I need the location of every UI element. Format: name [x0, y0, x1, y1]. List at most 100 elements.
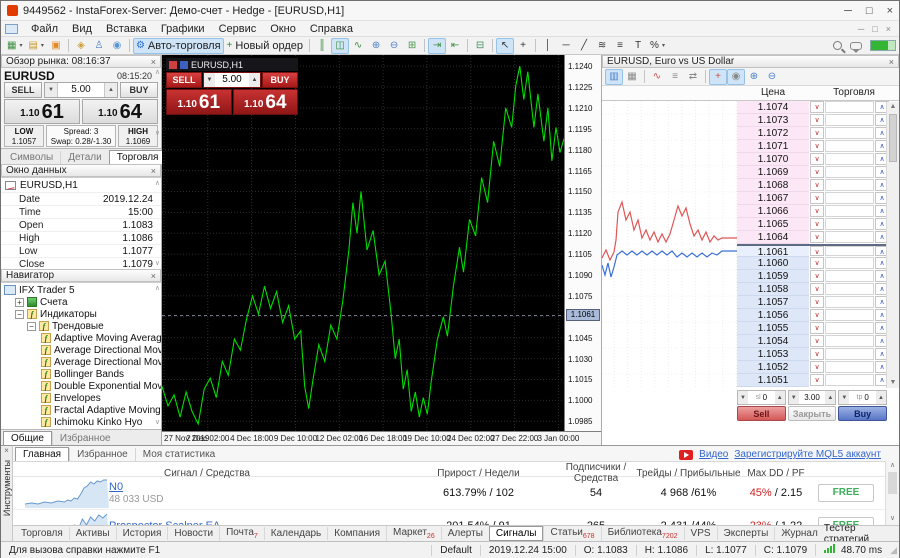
dom-volume-cell[interactable] — [825, 166, 874, 178]
column-header[interactable]: Трейды / Прибыльные — [636, 468, 741, 479]
new-order-button[interactable]: +Новый ордер — [224, 38, 307, 54]
dom-sell-tick-icon[interactable]: ∨ — [810, 322, 824, 334]
dom-sell-tick-icon[interactable]: ∨ — [810, 374, 824, 386]
navigator-indicator-item[interactable]: fDouble Exponential Movi — [1, 380, 161, 392]
new-chart-icon[interactable]: ▦▾ — [4, 38, 25, 54]
dom-price-cell[interactable]: 1.1071 — [737, 140, 809, 153]
dom-volume-cell[interactable] — [825, 348, 874, 360]
dom-sell-tick-icon[interactable]: ∨ — [810, 205, 824, 217]
dom-tick-chart-icon[interactable]: ∿ — [648, 69, 666, 85]
navigator-node-indicators[interactable]: − f Индикаторы — [1, 308, 161, 320]
menu-item[interactable]: Сервис — [212, 23, 264, 35]
dom-volume-cell[interactable] — [825, 246, 874, 256]
market-watch-tab-1[interactable]: Символы — [3, 151, 60, 164]
trendline-icon[interactable]: ╱ — [575, 38, 593, 54]
child-restore-button[interactable]: □ — [872, 24, 877, 34]
dom-sell-tick-icon[interactable]: ∨ — [810, 283, 824, 295]
chart-time-axis[interactable]: 27 Nov 20192 Dec 02:004 Dec 18:009 Dec 1… — [162, 431, 601, 445]
toolbox-tab-item[interactable]: Библиотека7202 — [601, 526, 684, 541]
dom-price-cell[interactable]: 1.1054 — [737, 335, 809, 348]
dom-price-cell[interactable]: 1.1052 — [737, 361, 809, 374]
signals-scrollbar[interactable]: ∧ ∨ — [885, 461, 899, 525]
signal-name-link[interactable]: N0 — [109, 481, 123, 493]
register-mql5-link[interactable]: Зарегистрируйте MQL5 аккаунт — [734, 449, 881, 460]
navigator-tab-1[interactable]: Общие — [3, 431, 52, 445]
navigator-indicator-item[interactable]: fBollinger Bands — [1, 368, 161, 380]
tile-windows-icon[interactable]: ⊞ — [403, 38, 421, 54]
dom-volume-cell[interactable] — [825, 127, 874, 139]
sell-button[interactable]: Sell — [737, 406, 786, 421]
dom-ask-row[interactable]: 1.1074∨∧ — [737, 101, 886, 114]
dom-price-cell[interactable]: 1.1055 — [737, 322, 809, 335]
dom-volume-cell[interactable] — [825, 374, 874, 386]
horizontal-line-icon[interactable]: ─ — [557, 38, 575, 54]
dom-bid-row[interactable]: 1.1057∨∧ — [737, 296, 886, 309]
dom-bid-row[interactable]: 1.1055∨∧ — [737, 322, 886, 335]
dom-depth-view-icon[interactable]: ▥ — [605, 69, 623, 85]
profiles-icon[interactable]: ▤▾ — [25, 38, 46, 54]
fibonacci-icon[interactable]: ≋ — [593, 38, 611, 54]
mql5-community-icon[interactable]: ▣ — [47, 38, 65, 54]
ask-price[interactable]: 1.10 64 — [82, 99, 158, 124]
buy-button[interactable]: BUY — [262, 72, 298, 88]
column-header[interactable]: Max DD / PF — [741, 468, 811, 479]
dom-sell-tick-icon[interactable]: ∨ — [810, 348, 824, 360]
navigator-node-accounts[interactable]: + Счета — [1, 296, 161, 308]
toolbox-tab-item[interactable]: Маркет26 — [386, 526, 441, 541]
dom-volume-cell[interactable] — [825, 257, 874, 269]
channels-icon[interactable]: ≡ — [611, 38, 629, 54]
expand-icon[interactable]: + — [15, 298, 24, 307]
menu-item[interactable]: Справка — [303, 23, 360, 35]
dom-bid-row[interactable]: 1.1052∨∧ — [737, 361, 886, 374]
navigator-indicator-item[interactable]: fAverage Directional Mov — [1, 344, 161, 356]
text-icon[interactable]: T — [629, 38, 647, 54]
dom-volume-cell[interactable] — [825, 296, 874, 308]
dom-ask-row[interactable]: 1.1064∨∧ — [737, 231, 886, 244]
dom-volume-cell[interactable] — [825, 309, 874, 321]
dom-price-cell[interactable]: 1.1072 — [737, 127, 809, 140]
dom-sell-tick-icon[interactable]: ∨ — [810, 296, 824, 308]
video-link[interactable]: Видео — [699, 449, 728, 460]
scroll-up-icon[interactable]: ∧ — [155, 69, 160, 76]
dom-ask-row[interactable]: 1.1066∨∧ — [737, 205, 886, 218]
volume-up-icon[interactable]: ▲ — [249, 73, 260, 87]
toolbox-tab-item[interactable]: Статьи678 — [543, 526, 600, 541]
lot-down-icon[interactable]: ▼ — [789, 391, 799, 404]
take-profit-stepper[interactable]: ▼ tp0 ▲ — [838, 390, 887, 405]
dom-volume-cell[interactable] — [825, 153, 874, 165]
cursor-icon[interactable]: ↖ — [496, 38, 514, 54]
dom-grouping-icon[interactable]: ◉ — [727, 69, 745, 85]
dom-close-icon[interactable]: × — [889, 57, 894, 67]
dom-bid-row[interactable]: 1.1056∨∧ — [737, 309, 886, 322]
stop-loss-stepper[interactable]: ▼ sl0 ▲ — [737, 390, 786, 405]
dropdown-arrow-icon[interactable]: ▾ — [662, 42, 665, 49]
dom-volume-cell[interactable] — [825, 283, 874, 295]
navigator-indicator-item[interactable]: fAverage Directional Mov — [1, 356, 161, 368]
tp-up-icon[interactable]: ▲ — [876, 391, 886, 404]
scroll-thumb[interactable] — [889, 114, 897, 162]
data-window-close-icon[interactable]: × — [151, 166, 156, 176]
dom-sell-tick-icon[interactable]: ∨ — [810, 114, 824, 126]
zoom-in-icon[interactable]: ⊕ — [367, 38, 385, 54]
toolbox-tab-item[interactable]: Алерты — [441, 527, 489, 540]
dom-sell-tick-icon[interactable]: ∨ — [810, 257, 824, 269]
toolbox-tab-item[interactable]: Торговля — [15, 527, 69, 540]
vertical-line-icon[interactable]: │ — [539, 38, 557, 54]
dom-sell-tick-icon[interactable]: ∨ — [810, 101, 824, 113]
tp-down-icon[interactable]: ▼ — [839, 391, 849, 404]
dom-price-cell[interactable]: 1.1065 — [737, 218, 809, 231]
minimize-button[interactable]: ─ — [844, 5, 852, 17]
volume-down-icon[interactable]: ▼ — [204, 73, 215, 87]
menu-item[interactable]: Графики — [154, 23, 212, 35]
market-watch-close-icon[interactable]: × — [151, 57, 156, 67]
dom-price-cell[interactable]: 1.1059 — [737, 270, 809, 283]
sl-up-icon[interactable]: ▲ — [775, 391, 785, 404]
scroll-up-icon[interactable]: ∧ — [155, 285, 160, 292]
dom-volumes-icon[interactable]: ≡ — [666, 69, 684, 85]
dom-volume-cell[interactable] — [825, 140, 874, 152]
navigator-close-icon[interactable]: × — [151, 271, 156, 281]
menu-item[interactable]: Файл — [24, 23, 65, 35]
widget-collapse-icon[interactable] — [169, 61, 177, 69]
dom-price-cell[interactable]: 1.1056 — [737, 309, 809, 322]
bars-chart-icon[interactable]: ║ — [313, 38, 331, 54]
